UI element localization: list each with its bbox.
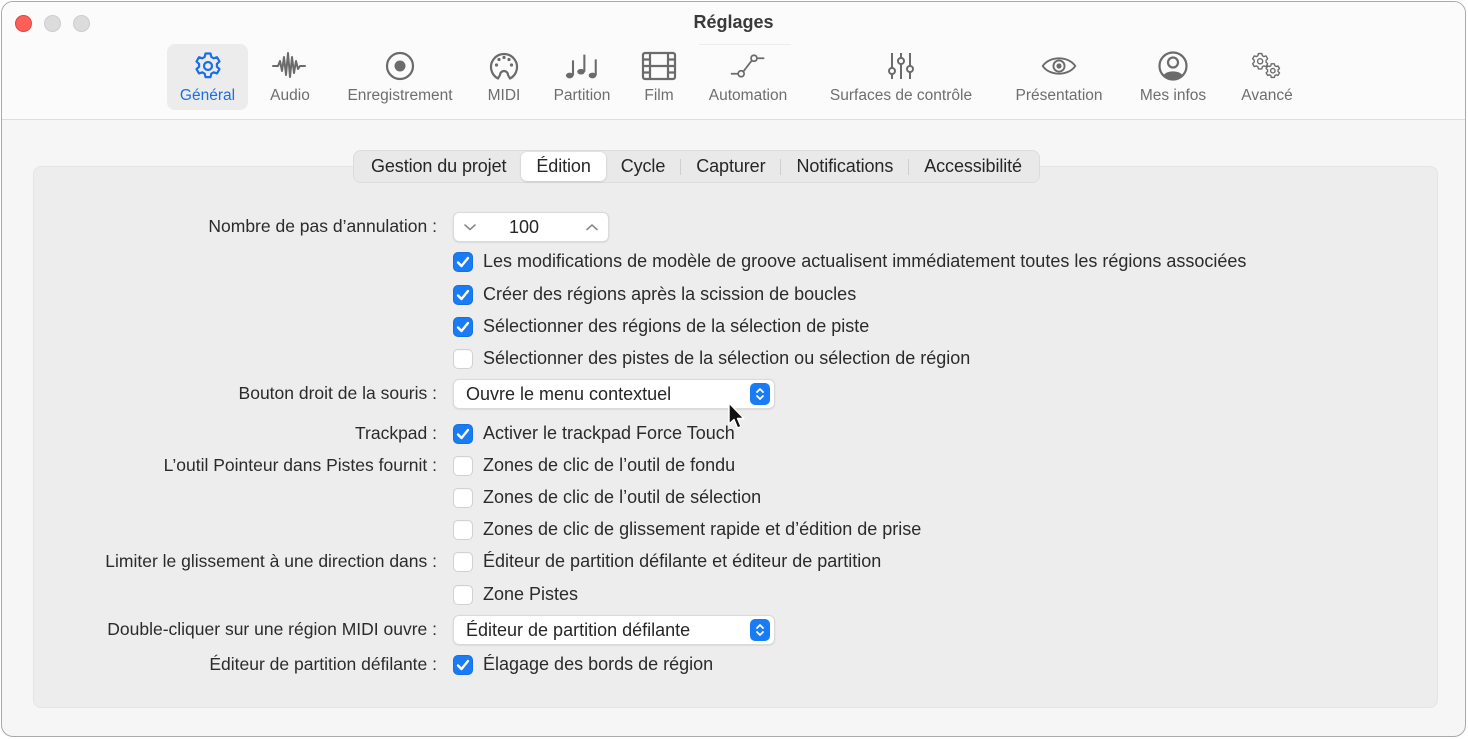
toolbar-item-label: Enregistrement bbox=[347, 87, 453, 104]
region-border-trimming-checkbox[interactable]: Élagage des bords de région bbox=[453, 654, 713, 675]
gear-icon bbox=[190, 48, 226, 84]
chevron-down-icon[interactable] bbox=[462, 219, 478, 235]
checkbox-label: Zones de clic de glissement rapide et d’… bbox=[483, 519, 922, 539]
toolbar-item-my-info[interactable]: Mes infos bbox=[1131, 44, 1215, 110]
automation-curve-icon bbox=[730, 48, 766, 84]
toolbar-item-display[interactable]: Présentation bbox=[1005, 44, 1113, 110]
double-click-midi-label: Double-cliquer sur une région MIDI ouvre… bbox=[107, 619, 437, 639]
toolbar-item-automation[interactable]: Automation bbox=[700, 44, 796, 110]
right-click-value: Ouvre le menu contextuel bbox=[466, 383, 672, 404]
settings-window: Réglages Général Audio Enregistrement MI… bbox=[1, 1, 1466, 737]
toolbar-item-midi[interactable]: MIDI bbox=[479, 44, 529, 110]
limit-drag-piano-roll-checkbox[interactable]: Éditeur de partition défilante et éditeu… bbox=[453, 551, 881, 572]
tab-editing[interactable]: Édition bbox=[521, 152, 606, 181]
piano-roll-label: Éditeur de partition défilante : bbox=[209, 654, 437, 674]
toolbar-item-label: Présentation bbox=[1015, 87, 1103, 104]
music-notes-icon bbox=[564, 48, 600, 84]
toolbar-item-score[interactable]: Partition bbox=[546, 44, 618, 110]
waveform-icon bbox=[272, 48, 308, 84]
checkbox-checked[interactable] bbox=[453, 316, 473, 337]
toolbar-item-film[interactable]: Film bbox=[636, 44, 682, 110]
toolbar-item-label: Avancé bbox=[1241, 87, 1293, 104]
toolbar-item-label: Automation bbox=[708, 87, 788, 104]
toolbar-item-general[interactable]: Général bbox=[167, 44, 248, 110]
window-title: Réglages bbox=[693, 12, 774, 32]
trackpad-label: Trackpad : bbox=[354, 423, 437, 443]
checkbox-unchecked[interactable] bbox=[453, 348, 473, 369]
checkbox-label: Les modifications de modèle de groove ac… bbox=[483, 251, 1247, 271]
checkbox-unchecked[interactable] bbox=[453, 551, 473, 572]
gears-icon bbox=[1249, 48, 1285, 84]
pointer-tool-label: L’outil Pointeur dans Pistes fournit : bbox=[163, 455, 437, 475]
undo-steps-stepper[interactable]: 100 bbox=[453, 212, 609, 242]
right-click-label: Bouton droit de la souris : bbox=[238, 383, 437, 403]
quick-swipe-click-zones-checkbox[interactable]: Zones de clic de glissement rapide et d’… bbox=[453, 519, 921, 540]
fade-tool-click-zones-checkbox[interactable]: Zones de clic de l’outil de fondu bbox=[453, 455, 735, 476]
undo-steps-value[interactable]: 100 bbox=[478, 217, 570, 238]
eye-icon bbox=[1041, 48, 1077, 84]
record-icon bbox=[382, 48, 418, 84]
sliders-icon bbox=[883, 48, 919, 84]
checkbox-label: Zones de clic de l’outil de sélection bbox=[483, 487, 762, 507]
force-touch-checkbox[interactable]: Activer le trackpad Force Touch bbox=[453, 423, 735, 444]
select-regions-checkbox[interactable]: Sélectionner des régions de la sélection… bbox=[453, 316, 869, 337]
checkbox-unchecked[interactable] bbox=[453, 487, 473, 508]
select-tracks-checkbox[interactable]: Sélectionner des pistes de la sélection … bbox=[453, 348, 970, 369]
checkbox-unchecked[interactable] bbox=[453, 584, 473, 605]
checkbox-label: Activer le trackpad Force Touch bbox=[483, 423, 735, 443]
toolbar-item-label: Surfaces de contrôle bbox=[829, 87, 973, 104]
midi-port-icon bbox=[486, 48, 522, 84]
marquee-tool-click-zones-checkbox[interactable]: Zones de clic de l’outil de sélection bbox=[453, 487, 761, 508]
create-regions-checkbox[interactable]: Créer des régions après la scission de b… bbox=[453, 284, 856, 305]
toolbar-item-label: Film bbox=[644, 87, 674, 104]
chevron-up-icon[interactable] bbox=[584, 219, 600, 235]
checkbox-label: Sélectionner des pistes de la sélection … bbox=[483, 348, 971, 368]
limit-drag-label: Limiter le glissement à une direction da… bbox=[105, 551, 437, 571]
checkbox-label: Créer des régions après la scission de b… bbox=[483, 284, 857, 304]
tab-project-management[interactable]: Gestion du projet bbox=[356, 152, 521, 181]
checkbox-label: Élagage des bords de région bbox=[483, 654, 714, 674]
film-icon bbox=[641, 48, 677, 84]
toolbar-item-label: Général bbox=[179, 87, 236, 104]
person-circle-icon bbox=[1155, 48, 1191, 84]
toolbar-item-audio[interactable]: Audio bbox=[262, 44, 318, 110]
checkbox-unchecked[interactable] bbox=[453, 455, 473, 476]
toolbar-item-control-surfaces[interactable]: Surfaces de contrôle bbox=[817, 44, 985, 110]
limit-drag-tracks-area-checkbox[interactable]: Zone Pistes bbox=[453, 584, 578, 605]
checkbox-label: Zones de clic de l’outil de fondu bbox=[483, 455, 736, 475]
checkbox-checked[interactable] bbox=[453, 251, 473, 272]
tab-capture[interactable]: Capturer bbox=[681, 152, 780, 181]
chevron-up-down-icon bbox=[750, 619, 770, 641]
checkbox-checked[interactable] bbox=[453, 654, 473, 675]
double-click-midi-popup[interactable]: Éditeur de partition défilante bbox=[453, 615, 775, 645]
checkbox-label: Sélectionner des régions de la sélection… bbox=[483, 316, 870, 336]
tab-cycle[interactable]: Cycle bbox=[606, 152, 681, 181]
toolbar-item-label: Audio bbox=[270, 87, 310, 104]
groove-template-checkbox[interactable]: Les modifications de modèle de groove ac… bbox=[453, 251, 1246, 272]
tab-notifications[interactable]: Notifications bbox=[781, 152, 908, 181]
tab-bar: Gestion du projet Édition Cycle Capturer… bbox=[353, 150, 1040, 183]
tab-accessibility[interactable]: Accessibilité bbox=[909, 152, 1037, 181]
double-click-midi-value: Éditeur de partition défilante bbox=[466, 619, 691, 640]
undo-steps-label: Nombre de pas d’annulation : bbox=[208, 216, 437, 236]
toolbar-item-advanced[interactable]: Avancé bbox=[1234, 44, 1300, 110]
checkbox-checked[interactable] bbox=[453, 284, 473, 305]
chevron-up-down-icon bbox=[750, 383, 770, 405]
checkbox-label: Zone Pistes bbox=[483, 584, 579, 604]
toolbar-item-recording[interactable]: Enregistrement bbox=[340, 44, 460, 110]
toolbar-item-label: Mes infos bbox=[1139, 87, 1207, 104]
checkbox-unchecked[interactable] bbox=[453, 519, 473, 540]
mouse-pointer-icon bbox=[728, 402, 745, 429]
toolbar-item-label: MIDI bbox=[487, 87, 521, 104]
checkbox-label: Éditeur de partition défilante et éditeu… bbox=[483, 551, 882, 571]
checkbox-checked[interactable] bbox=[453, 423, 473, 444]
toolbar-item-label: Partition bbox=[553, 87, 611, 104]
title-bar: Réglages Général Audio Enregistrement MI… bbox=[2, 2, 1465, 120]
